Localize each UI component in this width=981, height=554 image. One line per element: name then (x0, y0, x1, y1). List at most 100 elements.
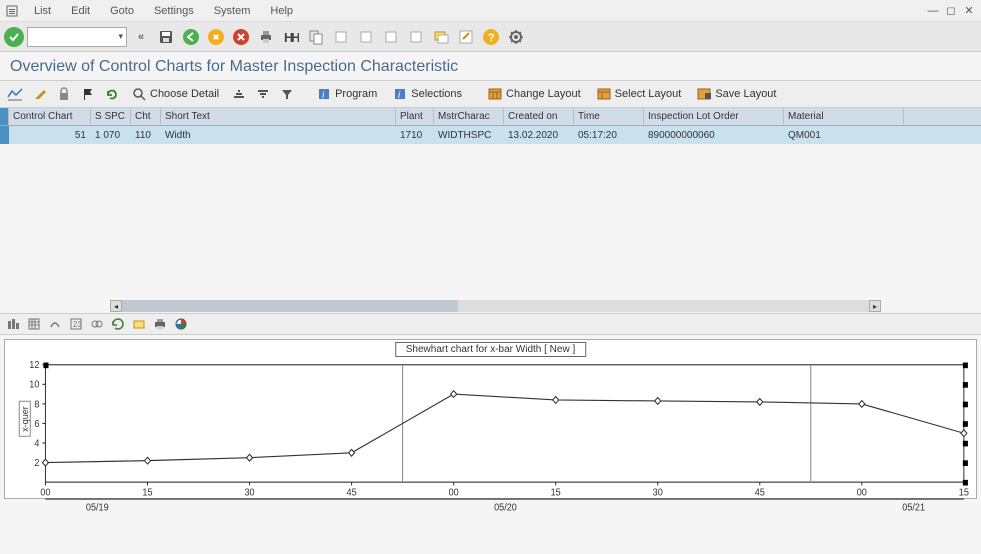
cell-sspc: 1 070 (91, 126, 131, 144)
col-sspc[interactable]: S SPC (91, 108, 131, 125)
table-row[interactable]: 51 1 070 110 Width 1710 WIDTHSPC 13.02.2… (0, 126, 981, 144)
svg-text:8: 8 (34, 399, 39, 411)
svg-text:10: 10 (29, 379, 39, 391)
menu-settings[interactable]: Settings (144, 3, 204, 19)
info-icon: i (317, 87, 331, 101)
scrollbar-thumb[interactable] (122, 300, 458, 312)
chart-toolbar: 23 (0, 313, 981, 335)
find-button[interactable]: HH (280, 26, 302, 48)
flag-icon[interactable] (78, 83, 98, 105)
chart-tool-4[interactable]: 23 (67, 315, 85, 333)
edit-icon[interactable] (30, 83, 50, 105)
col-short-text[interactable]: Short Text (161, 108, 396, 125)
back-button[interactable] (180, 26, 202, 48)
chart-tool-print[interactable] (151, 315, 169, 333)
svg-text:4: 4 (34, 438, 40, 450)
menu-edit[interactable]: Edit (61, 3, 100, 19)
col-inspection-lot-order[interactable]: Inspection Lot Order (644, 108, 784, 125)
svg-text:05/21: 05/21 (902, 502, 925, 514)
main-toolbar: ▾ « HH ? (0, 22, 981, 52)
sort-desc-icon[interactable] (253, 83, 273, 105)
lock-icon[interactable] (54, 83, 74, 105)
svg-text:12: 12 (29, 360, 39, 372)
col-plant[interactable]: Plant (396, 108, 434, 125)
chart-tool-color[interactable] (172, 315, 190, 333)
page-title: Overview of Control Charts for Master In… (0, 52, 981, 80)
refresh-icon[interactable] (102, 83, 122, 105)
find-next-button[interactable] (305, 26, 327, 48)
svg-text:15: 15 (959, 487, 969, 499)
col-created-on[interactable]: Created on (504, 108, 574, 125)
svg-text:05/19: 05/19 (86, 502, 109, 514)
shortcut-button[interactable] (455, 26, 477, 48)
cancel-button[interactable] (230, 26, 252, 48)
svg-text:H: H (291, 30, 299, 45)
menu-goto[interactable]: Goto (100, 3, 144, 19)
layout-icon (488, 87, 502, 101)
selections-label: Selections (411, 88, 462, 100)
col-control-chart[interactable]: Control Chart (9, 108, 91, 125)
select-layout-button[interactable]: Select Layout (591, 83, 688, 105)
detail-icon (132, 87, 146, 101)
chart-tool-5[interactable] (88, 315, 106, 333)
horizontal-scrollbar[interactable]: ◂ ▸ (0, 299, 981, 313)
menu-system[interactable]: System (204, 3, 261, 19)
program-button[interactable]: i Program (311, 83, 383, 105)
app-toolbar: Choose Detail i Program i Selections Cha… (0, 80, 981, 108)
col-time[interactable]: Time (574, 108, 644, 125)
prev-page-button[interactable] (355, 26, 377, 48)
app-menu-icon[interactable] (4, 3, 20, 19)
svg-text:23: 23 (73, 320, 82, 329)
save-layout-button[interactable]: Save Layout (691, 83, 782, 105)
col-material[interactable]: Material (784, 108, 904, 125)
new-session-button[interactable] (430, 26, 452, 48)
svg-text:30: 30 (653, 487, 663, 499)
menu-list[interactable]: List (24, 3, 61, 19)
control-chart: Shewhart chart for x-bar Width [ New ] x… (4, 339, 977, 499)
chart-tool-3[interactable] (46, 315, 64, 333)
cell-control-chart: 51 (9, 126, 91, 144)
svg-text:?: ? (488, 32, 495, 44)
menu-bar: List Edit Goto Settings System Help — ◻ … (0, 0, 981, 22)
save-button[interactable] (155, 26, 177, 48)
chart-tool-2[interactable] (25, 315, 43, 333)
change-layout-button[interactable]: Change Layout (482, 83, 587, 105)
close-button[interactable]: ✕ (961, 3, 977, 19)
info-icon: i (393, 87, 407, 101)
help-button[interactable]: ? (480, 26, 502, 48)
collapse-button[interactable]: « (130, 26, 152, 48)
chart-tool-6[interactable] (109, 315, 127, 333)
print-button[interactable] (255, 26, 277, 48)
sort-asc-icon[interactable] (229, 83, 249, 105)
chart-tool-1[interactable] (4, 315, 22, 333)
cell-cht: 110 (131, 126, 161, 144)
cell-time: 05:17:20 (574, 126, 644, 144)
minimize-button[interactable]: — (925, 3, 941, 19)
layout-icon (597, 87, 611, 101)
row-indicator (0, 126, 9, 144)
enter-button[interactable] (4, 27, 24, 47)
choose-detail-button[interactable]: Choose Detail (126, 83, 225, 105)
cell-mstrcharac: WIDTHSPC (434, 126, 504, 144)
svg-text:45: 45 (755, 487, 765, 499)
next-page-button[interactable] (380, 26, 402, 48)
col-cht[interactable]: Cht (131, 108, 161, 125)
exit-button[interactable] (205, 26, 227, 48)
maximize-button[interactable]: ◻ (943, 3, 959, 19)
scrollbar-track[interactable] (122, 300, 869, 312)
menu-help[interactable]: Help (260, 3, 303, 19)
selections-button[interactable]: i Selections (387, 83, 468, 105)
first-page-button[interactable] (330, 26, 352, 48)
scroll-right-icon[interactable]: ▸ (869, 300, 881, 312)
svg-text:00: 00 (40, 487, 50, 499)
customize-button[interactable] (505, 26, 527, 48)
command-field[interactable]: ▾ (27, 27, 127, 47)
chart-icon[interactable] (4, 83, 26, 105)
chart-tool-7[interactable] (130, 315, 148, 333)
scroll-left-icon[interactable]: ◂ (110, 300, 122, 312)
filter-icon[interactable] (277, 83, 297, 105)
col-mstrcharac[interactable]: MstrCharac (434, 108, 504, 125)
last-page-button[interactable] (405, 26, 427, 48)
choose-detail-label: Choose Detail (150, 88, 219, 100)
svg-text:6: 6 (34, 418, 39, 430)
